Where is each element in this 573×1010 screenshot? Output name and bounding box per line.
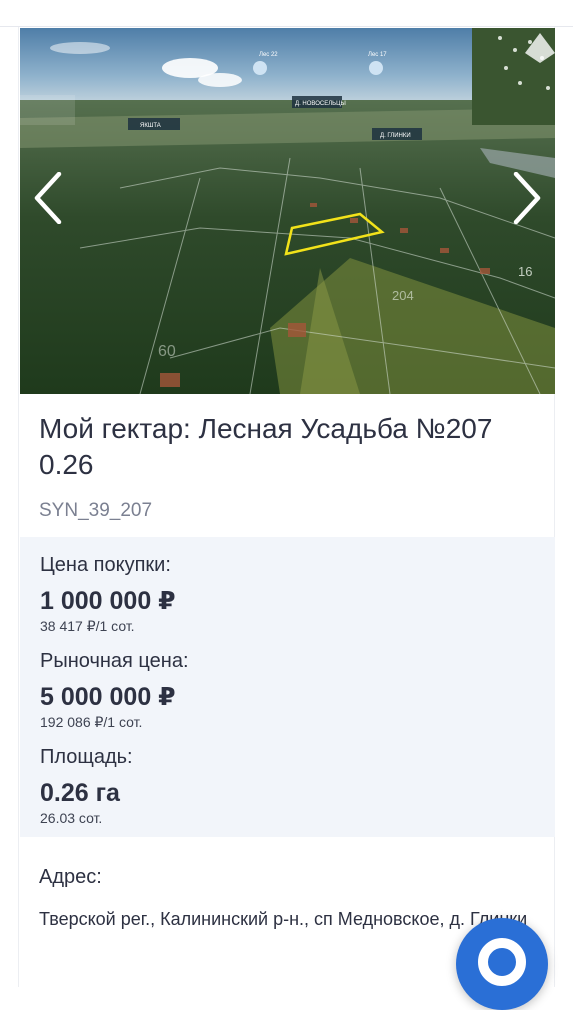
market-price-per-unit: 192 086 ₽/1 сот. xyxy=(40,714,143,730)
market-price-value: 5 000 000 ₽ xyxy=(40,683,176,711)
svg-text:16: 16 xyxy=(518,264,532,279)
svg-text:Д. ГЛИНКИ: Д. ГЛИНКИ xyxy=(380,133,411,139)
area-group: Площадь: 0.26 га 26.03 сот. xyxy=(40,743,189,827)
market-price-group: Рыночная цена: 5 000 000 ₽ 192 086 ₽/1 с… xyxy=(40,647,189,731)
chat-button[interactable] xyxy=(456,918,548,1010)
address-label: Адрес: xyxy=(39,866,102,888)
purchase-price-per-unit: 38 417 ₽/1 сот. xyxy=(40,618,135,634)
svg-text:204: 204 xyxy=(392,288,414,303)
gallery-prev-button[interactable] xyxy=(28,168,68,228)
aerial-photo: Лес 22 Лес 17 Д. НОВОСЕЛЬЦЫ ЯКШТА Д. ГЛИ… xyxy=(20,28,555,394)
svg-text:Лес 22: Лес 22 xyxy=(259,52,278,58)
listing-code: SYN_39_207 xyxy=(39,500,153,521)
address-block: Адрес: Тверской рег., Калининский р-н., … xyxy=(39,863,539,933)
area-value: 0.26 га xyxy=(40,779,120,807)
chat-icon xyxy=(478,938,526,986)
chevron-left-icon xyxy=(34,172,62,224)
svg-text:Лес 17: Лес 17 xyxy=(368,52,387,58)
area-label: Площадь: xyxy=(40,746,133,768)
photo-gallery[interactable]: Лес 22 Лес 17 Д. НОВОСЕЛЬЦЫ ЯКШТА Д. ГЛИ… xyxy=(20,28,555,394)
listing-header: Мой гектар: Лесная Усадьба №207 0.26 SYN… xyxy=(39,411,539,523)
market-price-label: Рыночная цена: xyxy=(40,650,189,672)
purchase-price-group: Цена покупки: 1 000 000 ₽ 38 417 ₽/1 сот… xyxy=(40,551,189,635)
price-panel: Цена покупки: 1 000 000 ₽ 38 417 ₽/1 сот… xyxy=(20,537,555,837)
svg-text:ЯКШТА: ЯКШТА xyxy=(140,123,161,129)
top-bar xyxy=(0,0,573,27)
chevron-right-icon xyxy=(513,172,541,224)
gallery-next-button[interactable] xyxy=(507,168,547,228)
purchase-price-value: 1 000 000 ₽ xyxy=(40,587,176,615)
address-value: Тверской рег., Калининский р-н., сп Медн… xyxy=(39,909,528,929)
listing-title: Мой гектар: Лесная Усадьба №207 0.26 xyxy=(39,413,493,480)
svg-text:60: 60 xyxy=(158,343,176,360)
area-per-unit: 26.03 сот. xyxy=(40,810,103,826)
purchase-price-label: Цена покупки: xyxy=(40,554,171,576)
listing-card: Лес 22 Лес 17 Д. НОВОСЕЛЬЦЫ ЯКШТА Д. ГЛИ… xyxy=(18,27,555,987)
svg-text:Д. НОВОСЕЛЬЦЫ: Д. НОВОСЕЛЬЦЫ xyxy=(295,101,346,107)
